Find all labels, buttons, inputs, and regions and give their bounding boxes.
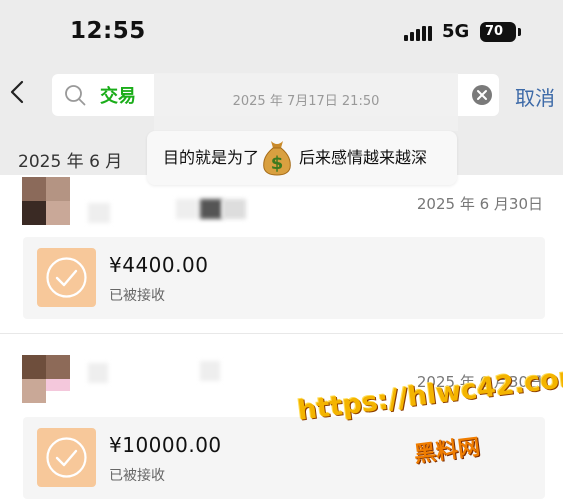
clear-icon[interactable] <box>471 84 493 106</box>
search-icon <box>65 85 86 106</box>
network-label: 5G <box>442 21 470 42</box>
caption-text-after: 后来感情越来越深 <box>299 148 428 167</box>
signal-icon <box>404 25 434 41</box>
battery-cap <box>518 28 521 36</box>
avatar <box>22 177 70 225</box>
back-button[interactable] <box>6 76 30 108</box>
transfer-received-icon <box>37 248 96 307</box>
check-circle-icon <box>46 437 87 478</box>
name-blur <box>88 363 108 383</box>
transfer-received-icon <box>37 428 96 487</box>
status-bar: 12:55 5G 70 <box>0 0 563 60</box>
overlay-caption: 目的就是为了 $ 后来感情越来越深 <box>147 131 457 185</box>
transfer-amount: ¥4400.00 <box>109 253 209 277</box>
transaction-date: 2025 年 6 月30日 <box>416 195 543 213</box>
name-blur <box>176 199 198 219</box>
caption-text-before: 目的就是为了 <box>163 148 260 167</box>
name-blur <box>200 199 222 219</box>
cancel-button[interactable]: 取消 <box>515 82 555 111</box>
transfer-amount: ¥10000.00 <box>109 433 222 457</box>
search-filter-tag[interactable]: 交易 <box>100 82 136 108</box>
svg-text:$: $ <box>271 153 284 174</box>
status-time: 12:55 <box>70 18 146 44</box>
battery-level: 70 <box>485 24 504 39</box>
avatar <box>22 355 70 403</box>
check-circle-icon <box>46 257 87 298</box>
overlay-date: 2025 年 7月17日 21:50 <box>154 73 458 131</box>
transfer-status: 已被接收 <box>109 468 165 484</box>
name-blur <box>222 199 246 219</box>
divider <box>0 333 563 334</box>
money-bag-icon: $ <box>263 141 291 176</box>
name-blur <box>200 361 220 381</box>
name-blur <box>88 203 110 223</box>
transfer-status: 已被接收 <box>109 288 165 304</box>
battery-icon: 70 <box>480 22 516 42</box>
chevron-left-icon <box>10 80 24 104</box>
month-header: 2025 年 6 月 <box>18 152 123 172</box>
transfer-card[interactable]: ¥4400.00 已被接收 <box>23 237 545 319</box>
